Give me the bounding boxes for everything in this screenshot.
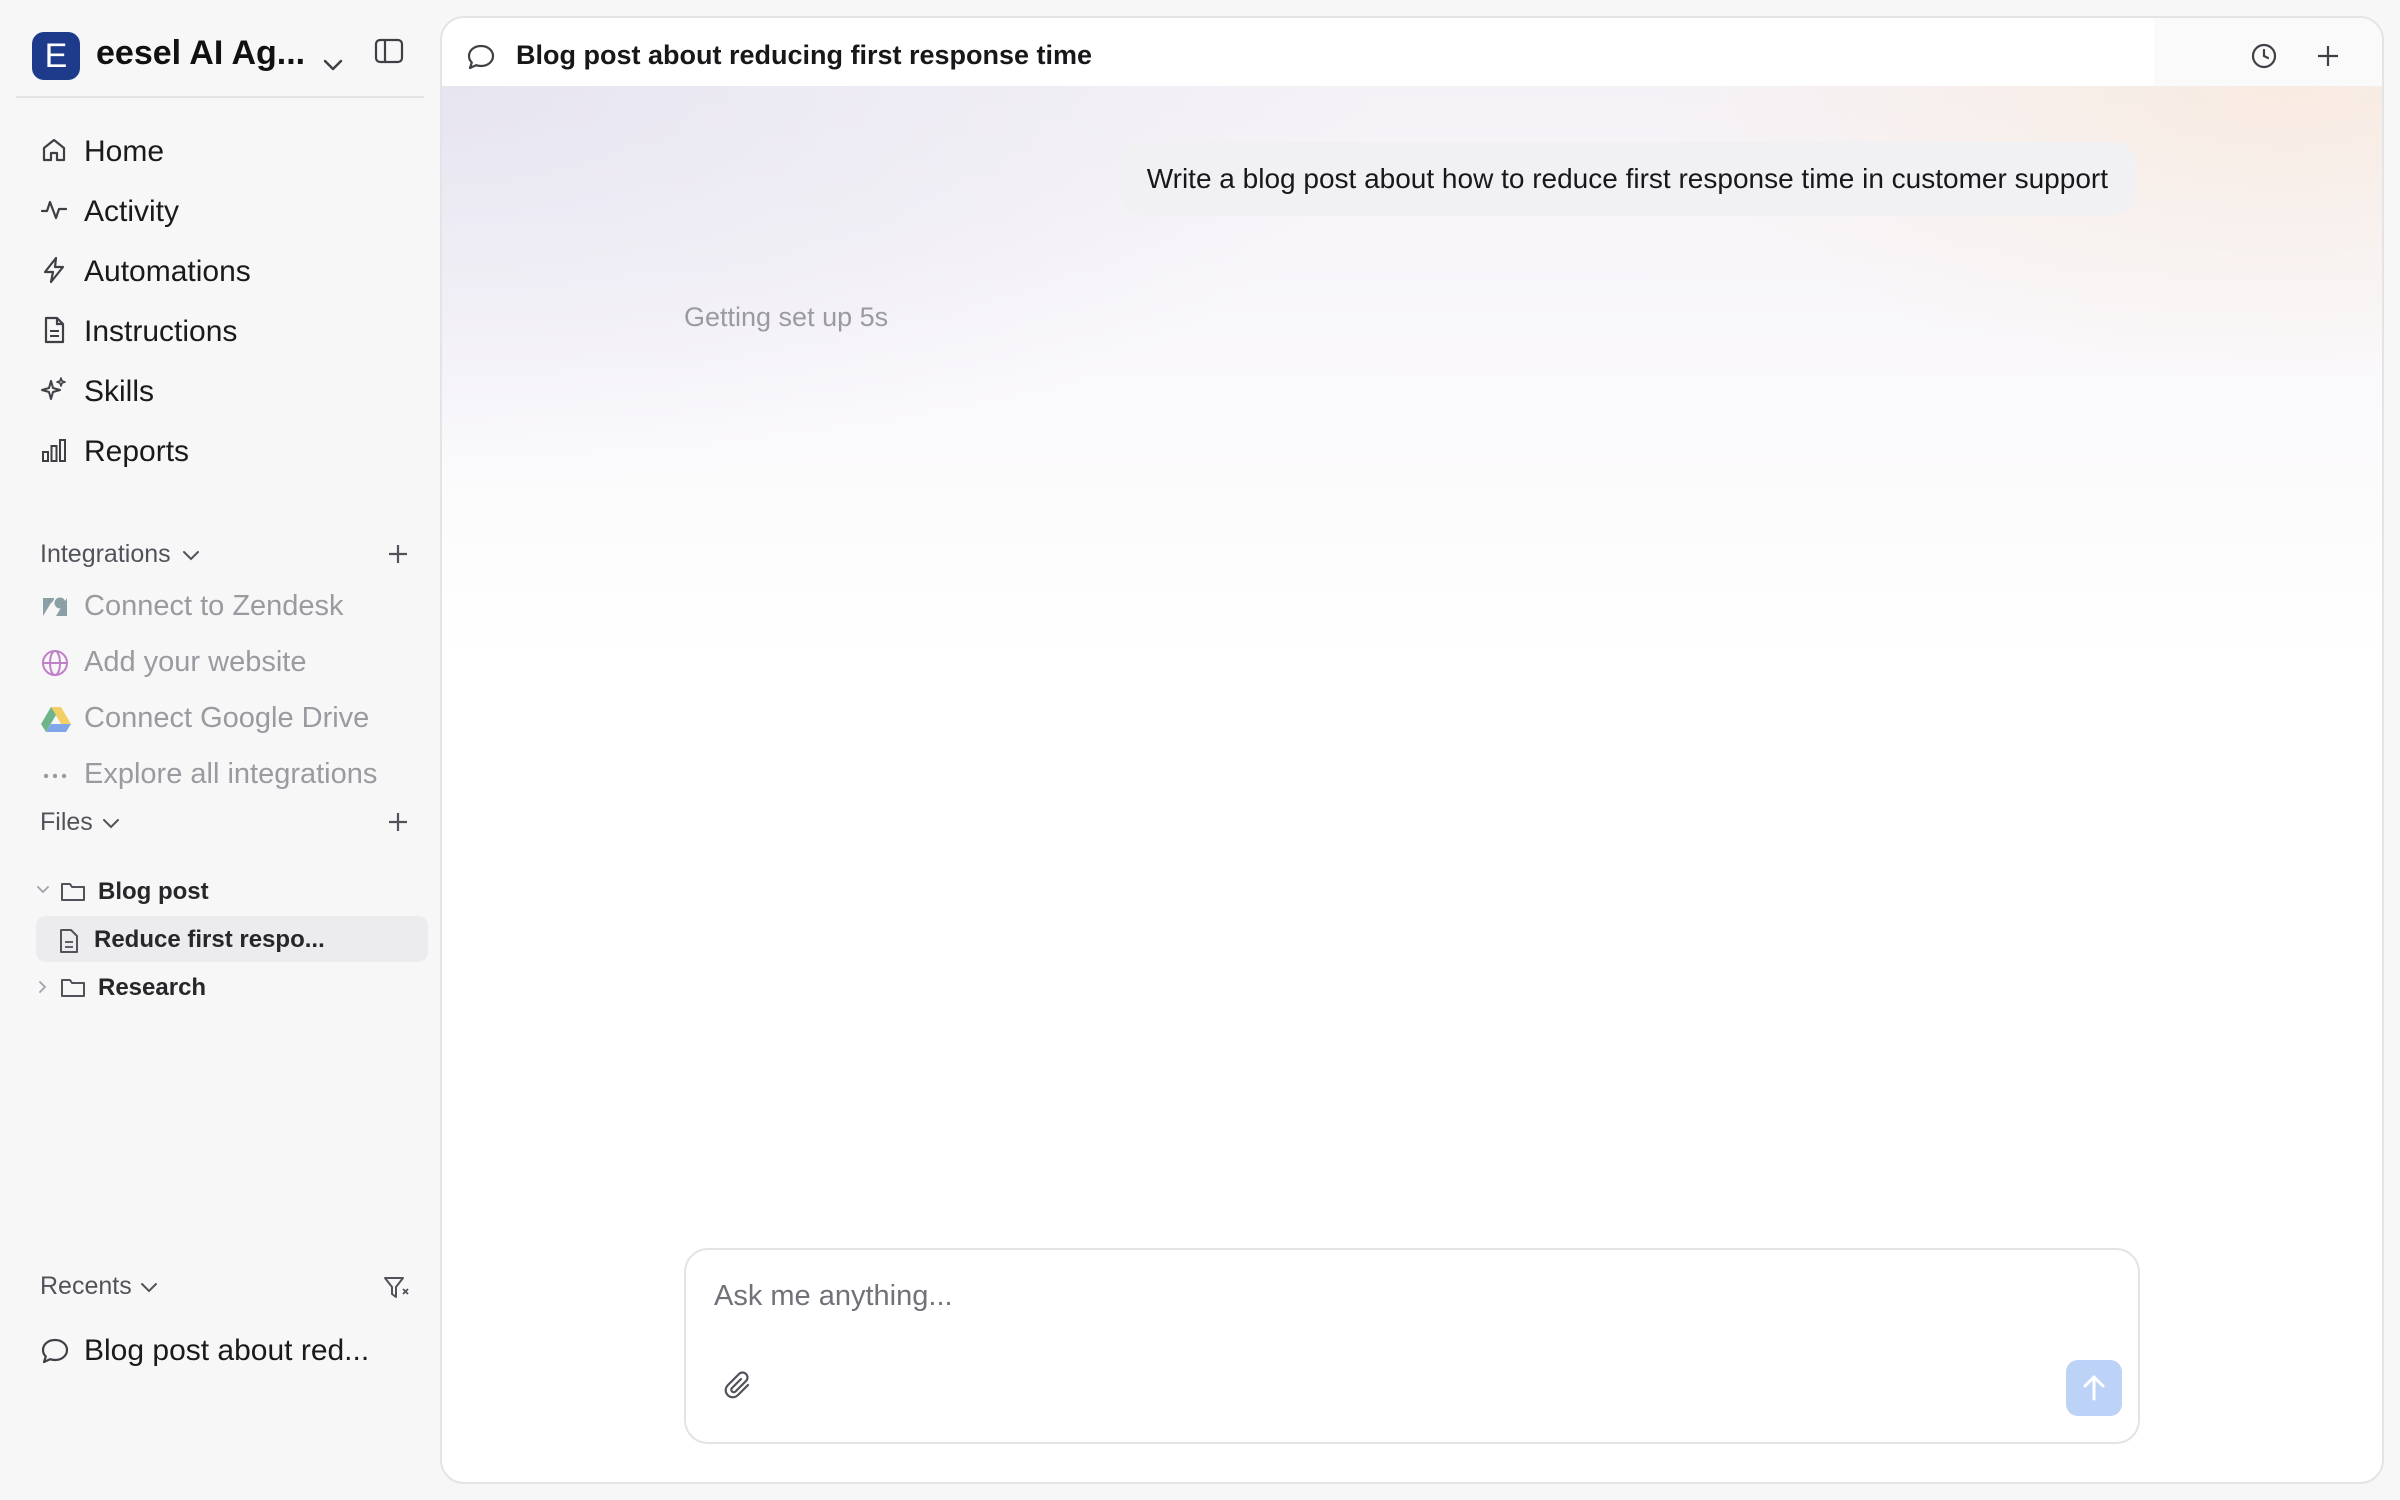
nav-label: Home [84, 135, 165, 168]
conversation-title[interactable]: Blog post about reducing first response … [516, 40, 1092, 71]
tree-folder-blog-post[interactable]: Blog post [36, 868, 428, 914]
nav-item-instructions[interactable]: Instructions [16, 302, 424, 358]
message-composer [684, 1248, 2140, 1444]
tree-label: Blog post [98, 878, 209, 905]
nav-label: Skills [84, 375, 155, 408]
activity-icon [40, 196, 68, 224]
chat-bubble-icon [466, 42, 496, 72]
add-integration-icon[interactable] [386, 542, 410, 566]
user-message: Write a blog post about how to reduce fi… [1118, 142, 2136, 216]
chevron-down-icon [322, 58, 344, 72]
new-chat-icon[interactable] [2314, 42, 2342, 70]
files-header[interactable]: Files [40, 802, 424, 842]
chevron-down-icon [182, 550, 200, 562]
folder-icon [60, 880, 86, 902]
integrations-header[interactable]: Integrations [40, 534, 424, 574]
chat-bubble-icon [40, 1336, 70, 1366]
chevron-right-icon [36, 980, 50, 994]
sparkle-icon [40, 376, 68, 404]
add-file-icon[interactable] [386, 810, 410, 834]
nav-label: Instructions [84, 315, 238, 348]
files-title: Files [40, 808, 93, 836]
integration-explore-all[interactable]: Explore all integrations [16, 748, 424, 800]
file-icon [58, 928, 80, 954]
tree-label: Research [98, 974, 207, 1001]
nav-label: Reports [84, 435, 190, 468]
recents-title: Recents [40, 1272, 132, 1300]
integration-label: Add your website [84, 646, 307, 678]
folder-icon [60, 976, 86, 998]
tree-label: Reduce first respo... [94, 926, 325, 953]
integration-label: Connect to Zendesk [84, 590, 344, 622]
nav-item-home[interactable]: Home [16, 122, 424, 178]
nav-item-skills[interactable]: Skills [16, 362, 424, 418]
nav-item-activity[interactable]: Activity [16, 182, 424, 238]
workspace-switcher[interactable]: E eesel AI Ag... [16, 16, 424, 96]
workspace-name: eesel AI Ag... [96, 34, 306, 72]
home-icon [40, 136, 68, 164]
chevron-down-icon [140, 1282, 158, 1294]
nav-label: Automations [84, 255, 251, 288]
paperclip-icon[interactable] [722, 1370, 756, 1404]
nav-item-automations[interactable]: Automations [16, 242, 424, 298]
google-drive-icon [40, 704, 71, 734]
zendesk-icon [40, 592, 70, 622]
nav-label: Activity [84, 195, 180, 228]
globe-icon [40, 648, 70, 678]
integration-google-drive[interactable]: Connect Google Drive [16, 692, 424, 744]
history-icon[interactable] [2250, 42, 2278, 70]
recent-item[interactable]: Blog post about red... [16, 1322, 424, 1378]
integrations-title: Integrations [40, 540, 171, 568]
integration-label: Connect Google Drive [84, 702, 370, 734]
bar-chart-icon [40, 436, 68, 464]
send-button[interactable] [2066, 1360, 2122, 1416]
integration-label: Explore all integrations [84, 758, 378, 790]
message-input[interactable] [714, 1272, 2094, 1320]
integration-website[interactable]: Add your website [16, 636, 424, 688]
tree-file-reduce-first-response[interactable]: Reduce first respo... [36, 916, 428, 962]
chat-panel: Blog post about reducing first response … [440, 16, 2384, 1484]
chat-topbar: Blog post about reducing first response … [442, 18, 2382, 86]
tree-folder-research[interactable]: Research [36, 964, 428, 1010]
recents-header[interactable]: Recents [40, 1266, 424, 1306]
chevron-down-icon [102, 818, 120, 830]
sidebar: E eesel AI Ag... Home Activity Automatio… [0, 0, 440, 1500]
document-icon [40, 316, 68, 344]
chevron-down-icon [36, 884, 50, 896]
filter-icon[interactable] [382, 1274, 410, 1302]
recent-label: Blog post about red... [84, 1334, 370, 1367]
agent-status: Getting set up 5s [684, 302, 889, 332]
ellipsis-icon [40, 760, 70, 790]
nav-item-reports[interactable]: Reports [16, 422, 424, 478]
lightning-icon [40, 256, 68, 284]
workspace-avatar: E [32, 32, 80, 80]
sidebar-toggle-icon[interactable] [374, 38, 404, 64]
sidebar-divider [16, 96, 424, 98]
integration-zendesk[interactable]: Connect to Zendesk [16, 580, 424, 632]
